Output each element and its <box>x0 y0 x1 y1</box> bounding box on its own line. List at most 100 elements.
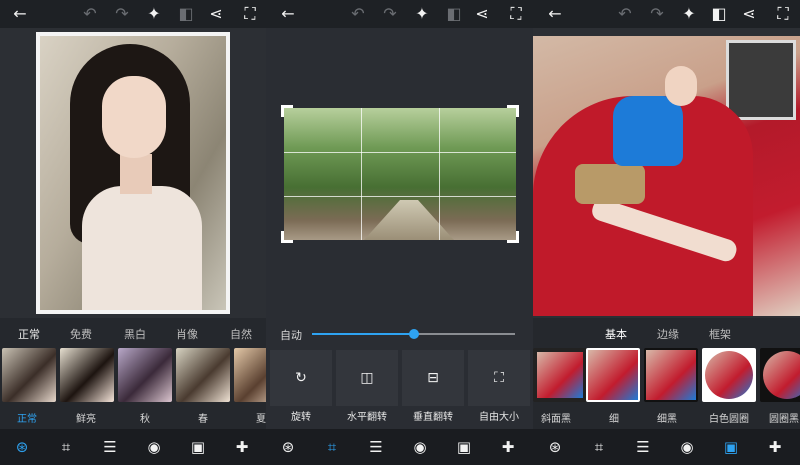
redo-icon[interactable]: ↷ <box>647 4 667 24</box>
frame-label[interactable]: 白色圆圈 <box>709 410 749 425</box>
slider-label: 自动 <box>280 329 302 342</box>
tool-label: 旋转 <box>291 412 311 423</box>
compare-icon[interactable]: ◧ <box>709 4 729 24</box>
crop-icon[interactable]: ⌗ <box>56 437 76 457</box>
crop-handle[interactable] <box>507 231 519 243</box>
fullscreen-icon[interactable]: ⛶ <box>506 4 526 24</box>
frame-thumbnail[interactable] <box>586 348 640 402</box>
tab-filter-category[interactable]: 正常 <box>18 326 40 342</box>
eye-icon[interactable]: ◉ <box>144 437 164 457</box>
crop-icon[interactable]: ⌗ <box>589 437 609 457</box>
tab-frame-category[interactable]: 边缘 <box>657 326 679 342</box>
adjust-icon[interactable]: ☰ <box>100 437 120 457</box>
frame-thumbnail[interactable] <box>644 348 698 402</box>
straighten-slider[interactable] <box>312 329 515 339</box>
frame-icon[interactable]: ▣ <box>188 437 208 457</box>
compare-icon[interactable]: ◧ <box>176 4 196 24</box>
share-icon[interactable]: ⋖ <box>206 4 226 24</box>
adjust-icon[interactable]: ☰ <box>633 437 653 457</box>
share-icon[interactable]: ⋖ <box>472 4 492 24</box>
magic-wand-icon[interactable]: ✦ <box>144 4 164 24</box>
crop-handle[interactable] <box>507 105 519 117</box>
back-arrow-icon[interactable]: ← <box>545 4 565 24</box>
redo-icon[interactable]: ↷ <box>112 4 132 24</box>
tab-frame-category[interactable]: 基本 <box>605 326 627 342</box>
filters-icon[interactable]: ⊛ <box>278 437 298 457</box>
rotate-button[interactable]: ↻ <box>270 350 332 406</box>
eye-icon[interactable]: ◉ <box>410 437 430 457</box>
top-toolbar: ← ↶ ↷ ✦ ◧ ⋖ ⛶ <box>266 0 533 28</box>
filter-label[interactable]: 春 <box>198 410 208 425</box>
filter-thumbnail[interactable] <box>118 348 172 402</box>
tab-frame-category[interactable]: 框架 <box>709 326 731 342</box>
fullscreen-icon[interactable]: ⛶ <box>240 4 260 24</box>
filter-name-labels: 正常 鲜亮 秋 春 夏 <box>0 404 266 429</box>
frame-thumbnail[interactable] <box>760 348 800 402</box>
tool-label: 垂直翻转 <box>413 412 453 423</box>
filter-thumbnail[interactable] <box>2 348 56 402</box>
frame-label[interactable]: 斜面黑 <box>541 410 571 425</box>
frame-label[interactable]: 细黑 <box>657 410 677 425</box>
slider-knob[interactable] <box>408 329 419 339</box>
filters-screen: ← ↶ ↷ ✦ ◧ ⋖ ⛶ 正常 免费 黑白 肖像 自然 正常 鲜亮 秋 春 夏… <box>0 0 266 465</box>
magic-wand-icon[interactable]: ✦ <box>679 4 699 24</box>
photo-canvas <box>533 28 800 318</box>
crop-handle[interactable] <box>281 105 293 117</box>
bottom-navigation: ⊛ ⌗ ☰ ◉ ▣ ✚ <box>0 429 266 465</box>
compare-icon[interactable]: ◧ <box>444 4 464 24</box>
frame-label[interactable]: 细 <box>609 410 619 425</box>
back-arrow-icon[interactable]: ← <box>278 4 298 24</box>
frame-label[interactable]: 圆圈黑 <box>769 410 799 425</box>
healing-icon[interactable]: ✚ <box>765 437 785 457</box>
bottom-navigation: ⊛ ⌗ ☰ ◉ ▣ ✚ <box>533 429 800 465</box>
frame-thumbnail[interactable] <box>533 348 587 402</box>
undo-icon[interactable]: ↶ <box>348 4 368 24</box>
filter-label[interactable]: 秋 <box>140 410 150 425</box>
frame-icon[interactable]: ▣ <box>721 437 741 457</box>
filter-label[interactable]: 鲜亮 <box>76 410 96 425</box>
eye-icon[interactable]: ◉ <box>677 437 697 457</box>
frame-category-tabs: 基本 边缘 框架 <box>533 318 800 346</box>
filter-thumbnail[interactable] <box>176 348 230 402</box>
filter-thumbnails <box>0 346 266 404</box>
undo-icon[interactable]: ↶ <box>615 4 635 24</box>
edited-photo <box>36 32 230 314</box>
share-icon[interactable]: ⋖ <box>739 4 759 24</box>
redo-icon[interactable]: ↷ <box>380 4 400 24</box>
adjust-icon[interactable]: ☰ <box>366 437 386 457</box>
back-arrow-icon[interactable]: ← <box>10 4 30 24</box>
crop-area[interactable] <box>284 108 516 240</box>
fullscreen-icon[interactable]: ⛶ <box>773 4 793 24</box>
photo-canvas <box>0 28 266 318</box>
bottom-navigation: ⊛ ⌗ ☰ ◉ ▣ ✚ <box>266 429 533 465</box>
healing-icon[interactable]: ✚ <box>498 437 518 457</box>
frame-icon[interactable]: ▣ <box>454 437 474 457</box>
filters-icon[interactable]: ⊛ <box>12 437 32 457</box>
filter-label[interactable]: 正常 <box>17 410 37 425</box>
magic-wand-icon[interactable]: ✦ <box>412 4 432 24</box>
crop-screen: ← ↶ ↷ ✦ ◧ ⋖ ⛶ 自动 ↻ ◫ ⊟ ⛶ 旋转 水平翻转 垂直翻转 自由… <box>266 0 533 465</box>
undo-icon[interactable]: ↶ <box>80 4 100 24</box>
filters-icon[interactable]: ⊛ <box>545 437 565 457</box>
frame-thumbnails <box>533 346 800 404</box>
tool-label: 自由大小 <box>479 412 519 423</box>
crop-canvas <box>266 28 533 318</box>
crop-handle[interactable] <box>281 231 293 243</box>
flip-horizontal-button[interactable]: ◫ <box>336 350 398 406</box>
free-size-button[interactable]: ⛶ <box>468 350 530 406</box>
filter-category-tabs: 正常 免费 黑白 肖像 自然 <box>0 318 266 346</box>
crop-icon[interactable]: ⌗ <box>322 437 342 457</box>
tab-filter-category[interactable]: 黑白 <box>124 326 146 342</box>
filter-thumbnail[interactable] <box>234 348 266 402</box>
tab-filter-category[interactable]: 自然 <box>230 326 252 342</box>
tool-label: 水平翻转 <box>347 412 387 423</box>
flip-vertical-icon: ⊟ <box>427 370 439 386</box>
filter-label[interactable]: 夏 <box>256 410 266 425</box>
healing-icon[interactable]: ✚ <box>232 437 252 457</box>
tab-filter-category[interactable]: 免费 <box>70 326 92 342</box>
frame-thumbnail[interactable] <box>702 348 756 402</box>
edited-photo <box>533 36 800 316</box>
filter-thumbnail[interactable] <box>60 348 114 402</box>
tab-filter-category[interactable]: 肖像 <box>176 326 198 342</box>
flip-vertical-button[interactable]: ⊟ <box>402 350 464 406</box>
